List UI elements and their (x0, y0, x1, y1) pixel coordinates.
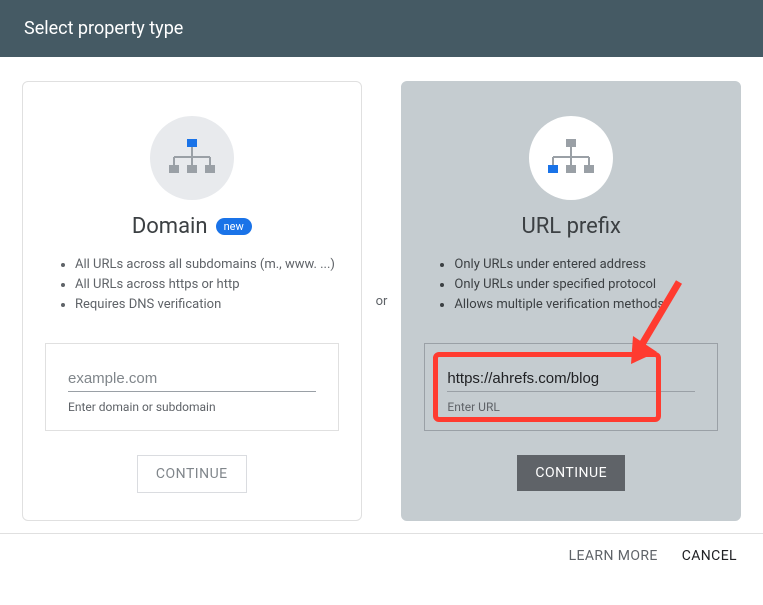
list-item: Only URLs under specified protocol (454, 275, 718, 295)
list-item: Allows multiple verification methods (454, 295, 718, 315)
new-badge: new (216, 218, 252, 235)
domain-input-container: Enter domain or subdomain (45, 343, 339, 431)
domain-card[interactable]: Domain new All URLs across all subdomain… (22, 81, 362, 521)
list-item: Only URLs under entered address (454, 255, 718, 275)
sitemap-icon (150, 116, 234, 200)
domain-continue-button[interactable]: CONTINUE (137, 455, 247, 493)
url-prefix-input-container: Enter URL (424, 343, 718, 431)
url-prefix-card-title: URL prefix (521, 214, 621, 239)
url-prefix-continue-button[interactable]: CONTINUE (517, 455, 625, 491)
learn-more-link[interactable]: LEARN MORE (569, 548, 658, 564)
list-item: Requires DNS verification (75, 295, 339, 315)
dialog-content: Domain new All URLs across all subdomain… (0, 57, 763, 533)
dialog-header: Select property type (0, 0, 763, 57)
cancel-button[interactable]: CANCEL (682, 548, 737, 564)
url-prefix-card[interactable]: URL prefix Only URLs under entered addre… (401, 81, 741, 521)
domain-input[interactable] (68, 366, 316, 392)
domain-input-hint: Enter domain or subdomain (68, 400, 316, 414)
list-item: All URLs across all subdomains (m., www.… (75, 255, 339, 275)
dialog-title: Select property type (24, 18, 183, 39)
url-prefix-input-hint: Enter URL (447, 400, 695, 414)
url-prefix-bullets: Only URLs under entered address Only URL… (424, 255, 718, 315)
dialog-footer: LEARN MORE CANCEL (0, 533, 763, 578)
domain-card-title-row: Domain new (132, 214, 252, 239)
sitemap-icon (529, 116, 613, 200)
domain-bullets: All URLs across all subdomains (m., www.… (45, 255, 339, 315)
url-prefix-input[interactable] (447, 366, 695, 392)
or-separator: or (376, 294, 388, 309)
domain-card-title: Domain (132, 214, 208, 239)
list-item: All URLs across https or http (75, 275, 339, 295)
url-prefix-card-title-row: URL prefix (521, 214, 621, 239)
